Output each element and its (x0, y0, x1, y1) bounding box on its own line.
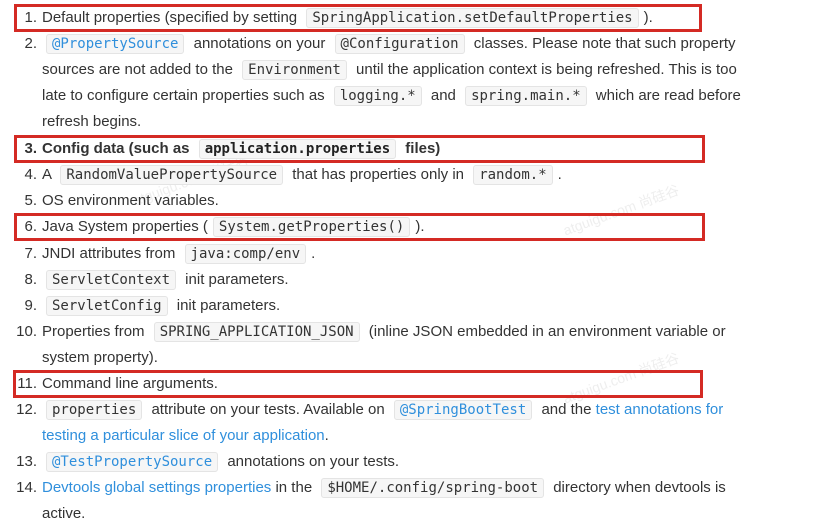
list-item-text: OS environment variables. (42, 188, 762, 214)
list-item: 4. A RandomValuePropertySource that has … (0, 162, 832, 188)
list-item: 13. @TestPropertySource annotations on y… (0, 449, 832, 475)
code-snippet: spring.main.* (465, 86, 587, 106)
list-item: 2. @PropertySource annotations on your @… (0, 31, 832, 135)
list-number: 9. (24, 297, 37, 314)
list-item-text: ServletContext init parameters. (42, 267, 762, 293)
code-snippet: properties (46, 400, 143, 420)
text: annotations on your tests. (223, 453, 400, 470)
code-snippet: logging.* (333, 86, 422, 106)
highlight-box (13, 370, 703, 398)
text: that has properties only in (288, 166, 469, 183)
list-item-text: @PropertySource annotations on your @Con… (42, 31, 748, 135)
list-item: 14. Devtools global settings properties … (0, 475, 832, 527)
list-number: 2. (24, 35, 37, 52)
list-item: 8. ServletContext init parameters. (0, 267, 832, 293)
text: attribute on your tests. Available on (147, 401, 389, 418)
list-item-text: properties attribute on your tests. Avai… (42, 397, 754, 449)
list-number: 13. (16, 453, 37, 470)
text: and the (537, 401, 596, 418)
text: . (557, 166, 562, 183)
list-item-text: JNDI attributes from java:comp/env. (42, 241, 762, 267)
code-snippet: $HOME/.config/spring-boot (321, 478, 545, 498)
list-number: 10. (16, 323, 37, 340)
highlight-box (14, 213, 705, 241)
code-snippet: RandomValuePropertySource (60, 165, 284, 185)
code-snippet: random.* (473, 165, 553, 185)
list-item: 7. JNDI attributes from java:comp/env. (0, 241, 832, 267)
list-number: 5. (24, 192, 37, 209)
property-source-link[interactable]: @PropertySource (46, 34, 185, 54)
list-item-text: Devtools global settings properties in t… (42, 475, 754, 527)
code-snippet: SPRING_APPLICATION_JSON (153, 322, 360, 342)
text: annotations on your (189, 35, 330, 52)
code-snippet: ServletContext (46, 270, 177, 290)
list-item: 10. Properties from SPRING_APPLICATION_J… (0, 319, 832, 371)
list-number: 7. (24, 245, 37, 262)
list-number: 4. (24, 166, 37, 183)
text: . (311, 245, 316, 262)
list-item-text: A RandomValuePropertySource that has pro… (42, 162, 762, 188)
code-snippet: @Configuration (334, 34, 465, 54)
code-snippet: Environment (242, 60, 347, 80)
code-snippet: java:comp/env (184, 244, 307, 264)
list-number: 14. (16, 479, 37, 496)
code-snippet: ServletConfig (46, 296, 168, 316)
list-number: 12. (16, 401, 37, 418)
test-property-source-link[interactable]: @TestPropertySource (46, 452, 219, 472)
text: and (426, 87, 461, 104)
list-item: 9. ServletConfig init parameters. (0, 293, 832, 319)
list-item-text: ServletConfig init parameters. (42, 293, 762, 319)
text: JNDI attributes from (42, 245, 180, 262)
text: in the (271, 479, 317, 496)
list-item-text: @TestPropertySource annotations on your … (42, 449, 762, 475)
list-item: 5. OS environment variables. (0, 188, 832, 214)
list-number: 8. (24, 271, 37, 288)
text: init parameters. (181, 271, 289, 288)
list-item-text: Properties from SPRING_APPLICATION_JSON … (42, 319, 754, 371)
devtools-settings-link[interactable]: Devtools global settings properties (42, 479, 271, 496)
text: OS environment variables. (42, 192, 219, 209)
highlight-box (14, 4, 702, 32)
list-item: 12. properties attribute on your tests. … (0, 397, 832, 449)
text: init parameters. (172, 297, 281, 314)
text: . (324, 427, 329, 444)
text: A (42, 166, 56, 183)
spring-boot-test-link[interactable]: @SpringBootTest (393, 400, 533, 420)
text: Properties from (42, 323, 149, 340)
highlight-box (14, 135, 705, 163)
